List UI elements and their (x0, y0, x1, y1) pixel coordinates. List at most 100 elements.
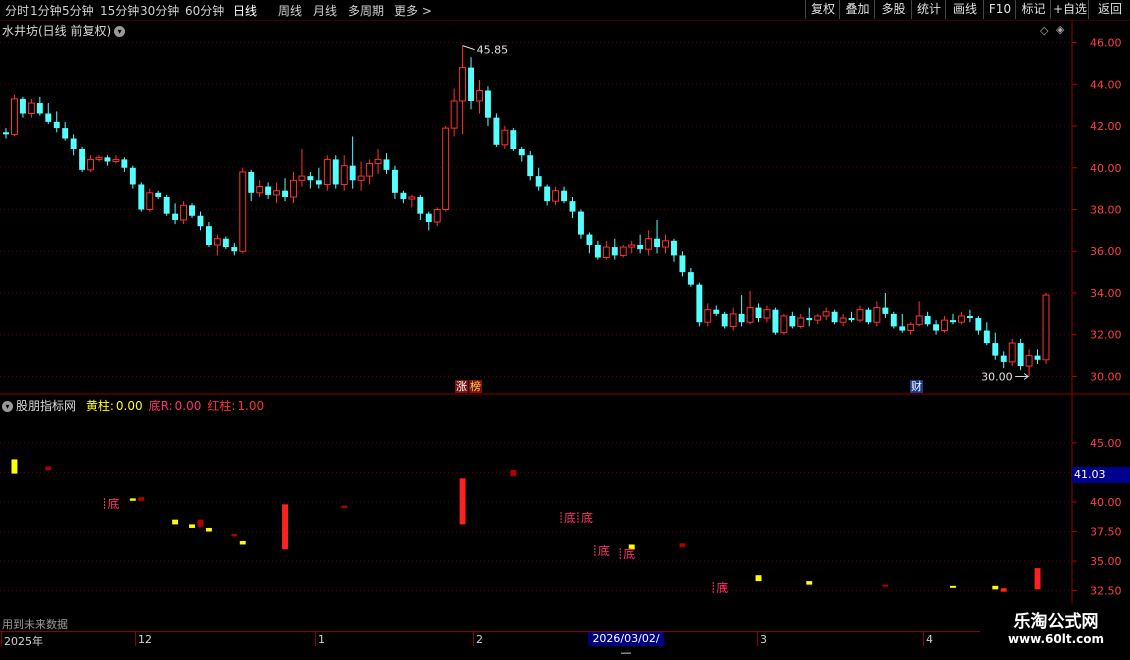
candle-body-up (822, 311, 830, 317)
candle-body-up (340, 165, 348, 185)
candle-body-down (713, 309, 720, 314)
indicator-bar (197, 519, 204, 527)
date-label-1: 12 (138, 633, 152, 646)
candle-body-down (535, 176, 542, 187)
candle-body-up (873, 307, 881, 323)
indicator-bar (189, 524, 195, 528)
candle-body-down (654, 238, 661, 248)
candle-body-down (882, 307, 889, 314)
candle-body-down (400, 192, 407, 200)
date-tick (923, 632, 924, 646)
indicator-item-value-1: 0.00 (174, 399, 202, 413)
ranking-tag[interactable]: 榜 (469, 380, 482, 393)
candle-body-down (594, 244, 601, 258)
candle-body-up (552, 190, 560, 202)
watermark-url: www.60lt.com (1007, 632, 1105, 646)
date-tick (757, 632, 758, 646)
indicator-tick-label: 32.50 (1090, 585, 1122, 598)
high-pointer (462, 45, 475, 51)
candle-body-down (70, 138, 77, 149)
indicator-bar (950, 585, 956, 588)
indicator-bar (755, 575, 762, 582)
candle-body-up (1042, 294, 1050, 361)
candle-body-down (222, 238, 229, 248)
candle-body-down (417, 196, 424, 214)
indicator-bar (282, 504, 288, 550)
candle-body-down (1000, 355, 1007, 362)
candle-body-down (890, 313, 897, 327)
candle-body-down (138, 184, 145, 210)
candle-body-down (205, 226, 212, 245)
candle-body-up (763, 309, 771, 319)
chart-area[interactable]: 底底 底底 底底 46.0044.0042.0040.0038.0036.0034.… (0, 0, 1130, 650)
indicator-bar (510, 470, 517, 476)
candle-body-up (95, 156, 103, 160)
indicator-bar (806, 581, 813, 585)
candle-body-down (189, 205, 195, 216)
limit-up-tag[interactable]: 涨 (455, 380, 468, 393)
indicator-item-value-2: 1.00 (237, 399, 265, 413)
candle-body-down (806, 318, 813, 321)
candle-body-down (772, 309, 779, 333)
date-label-2: 1 (318, 633, 325, 646)
date-label-3: 2 (476, 633, 483, 646)
candle-body-down (950, 320, 956, 323)
date-tick (315, 632, 316, 646)
candle-body-up (87, 158, 95, 171)
candle-body-down (349, 165, 356, 181)
indicator-tick-label: 45.00 (1090, 437, 1122, 450)
indicator-tick-label: 35.00 (1090, 555, 1122, 568)
price-tick-label: 44.00 (1090, 78, 1122, 91)
candle-body-down (671, 240, 677, 256)
indicator-bar (1000, 588, 1007, 592)
candle-body-up (839, 317, 847, 323)
date-label-4: 3 (760, 633, 767, 646)
candle-body-down (578, 211, 584, 235)
candle-body-down (561, 190, 568, 202)
candle-body-down (992, 343, 999, 356)
indicator-bar (11, 459, 18, 474)
finance-tag[interactable]: 财 (910, 380, 923, 393)
candle-body-down (493, 117, 500, 145)
dropdown-icon[interactable]: ▾ (2, 401, 13, 412)
candle-body-down (231, 247, 238, 252)
candle-body-down (696, 284, 703, 323)
candle-body-up (501, 129, 509, 146)
date-axis: 2026/03/02/— 2025年 12 1 2 3 4 (0, 631, 980, 659)
candle-body-up (941, 319, 948, 332)
bottom-signal-label: 底 (598, 543, 610, 558)
candle-body-down (637, 244, 644, 250)
bottom-signal-label: 底 (107, 496, 119, 511)
candle-body-down (129, 167, 136, 185)
candle-body-down (933, 324, 940, 331)
date-label-0: 2025年 (4, 635, 43, 648)
indicator-bar (679, 543, 686, 547)
price-tick-label: 40.00 (1090, 162, 1122, 175)
candle-body-up (856, 309, 864, 321)
candle-body-down (79, 148, 86, 170)
indicator-title: ▾ 股朋指标网 黄柱: 0.00 底R: 0.00 红柱: 1.00 (2, 397, 264, 414)
candle-body-down (391, 169, 398, 193)
candle-body-down (975, 318, 982, 331)
candle-body-down (104, 157, 111, 162)
watermark-name: 乐淘公式网 (1013, 612, 1099, 632)
candle-body-up (662, 240, 669, 248)
candle-body-down (197, 215, 204, 227)
candle-body-down (738, 313, 745, 323)
candle-body-down (848, 318, 855, 321)
price-tick-label: 36.00 (1090, 245, 1122, 258)
indicator-item-label-0: 黄柱: (85, 399, 114, 413)
candle-body-down (789, 315, 796, 327)
candle-body-up (442, 127, 450, 210)
candle-body-down (383, 159, 390, 170)
candle-body-up (323, 158, 331, 185)
indicator-bar (231, 533, 238, 537)
candle-body-down (966, 315, 973, 319)
price-tick-label: 42.00 (1090, 120, 1122, 133)
candle-body-up (459, 67, 467, 102)
candle-body-up (290, 179, 297, 198)
candle-body-down (248, 171, 255, 193)
indicator-tick-label: 40.00 (1090, 496, 1122, 509)
candle-body-down (831, 311, 838, 323)
candle-body-down (307, 176, 314, 181)
